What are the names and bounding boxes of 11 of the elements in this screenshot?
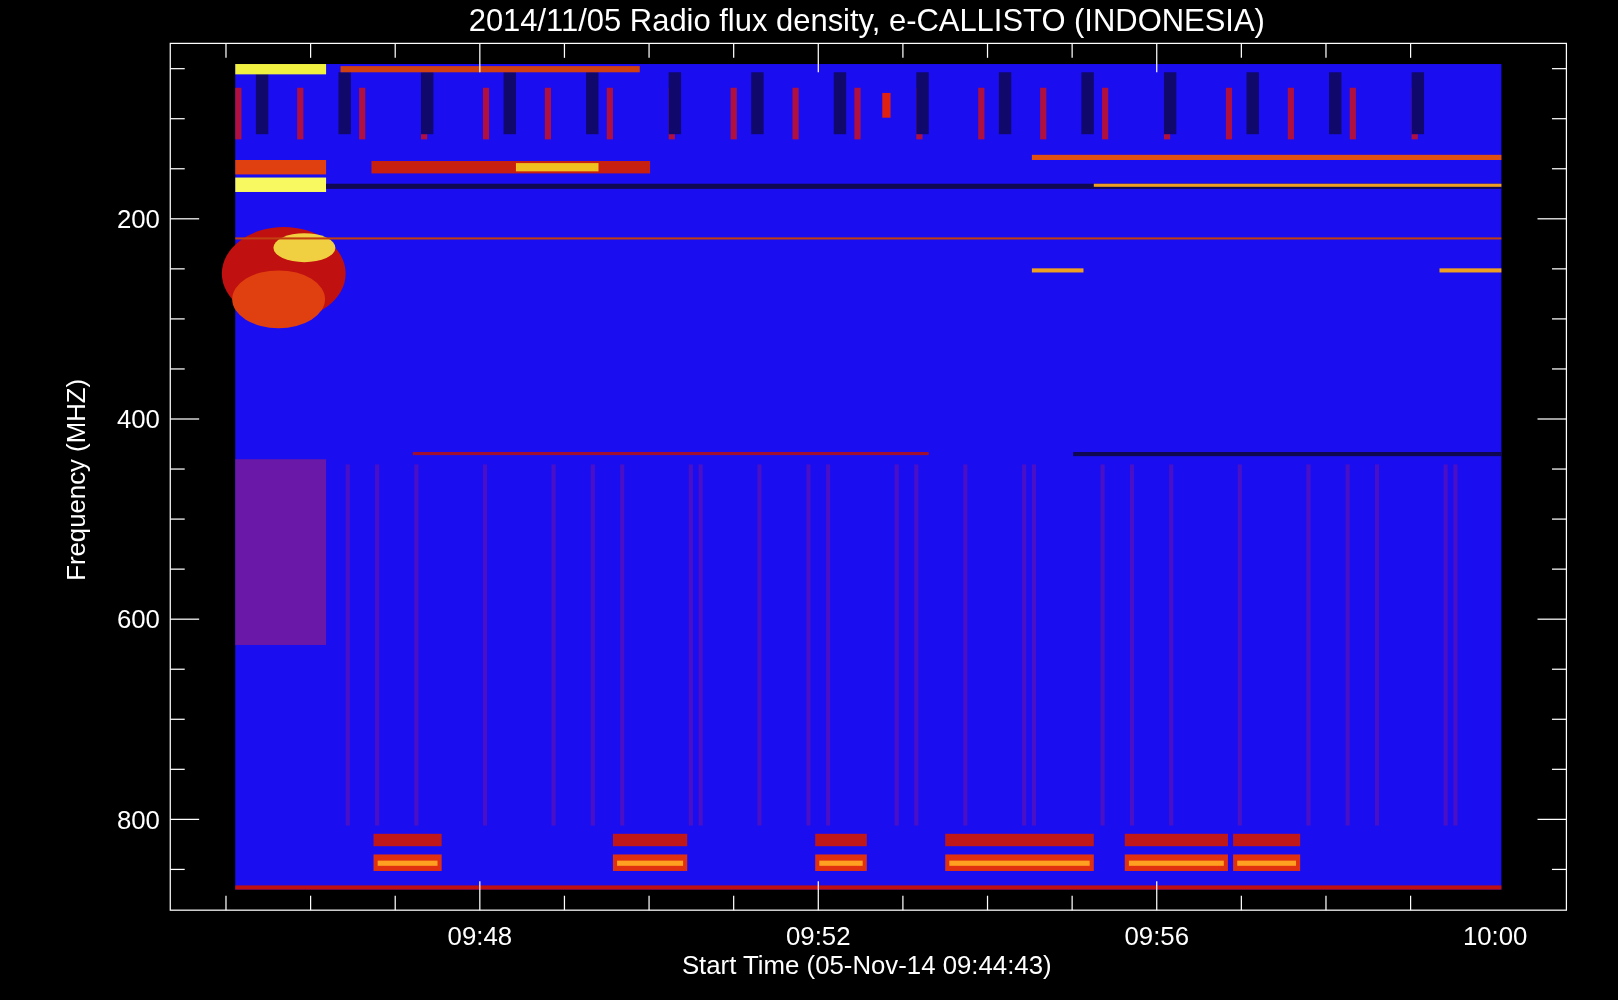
- x-tick-label: 09:52: [786, 922, 851, 951]
- chart-title: 2014/11/05 Radio flux density, e-CALLISTO (INDONESIA): [468, 3, 1265, 38]
- y-axis-title: Frequency (MHZ): [61, 378, 90, 581]
- x-tick-label: 09:56: [1124, 922, 1189, 951]
- y-tick-label: 200: [116, 205, 160, 234]
- y-tick-label: 400: [116, 405, 160, 434]
- y-tick-label: 600: [116, 605, 160, 634]
- y-tick-label: 800: [116, 805, 160, 834]
- x-axis-title: Start Time (05-Nov-14 09:44:43): [681, 951, 1052, 980]
- x-tick-label: 09:48: [447, 922, 513, 951]
- x-tick-label: 10:00: [1462, 922, 1528, 951]
